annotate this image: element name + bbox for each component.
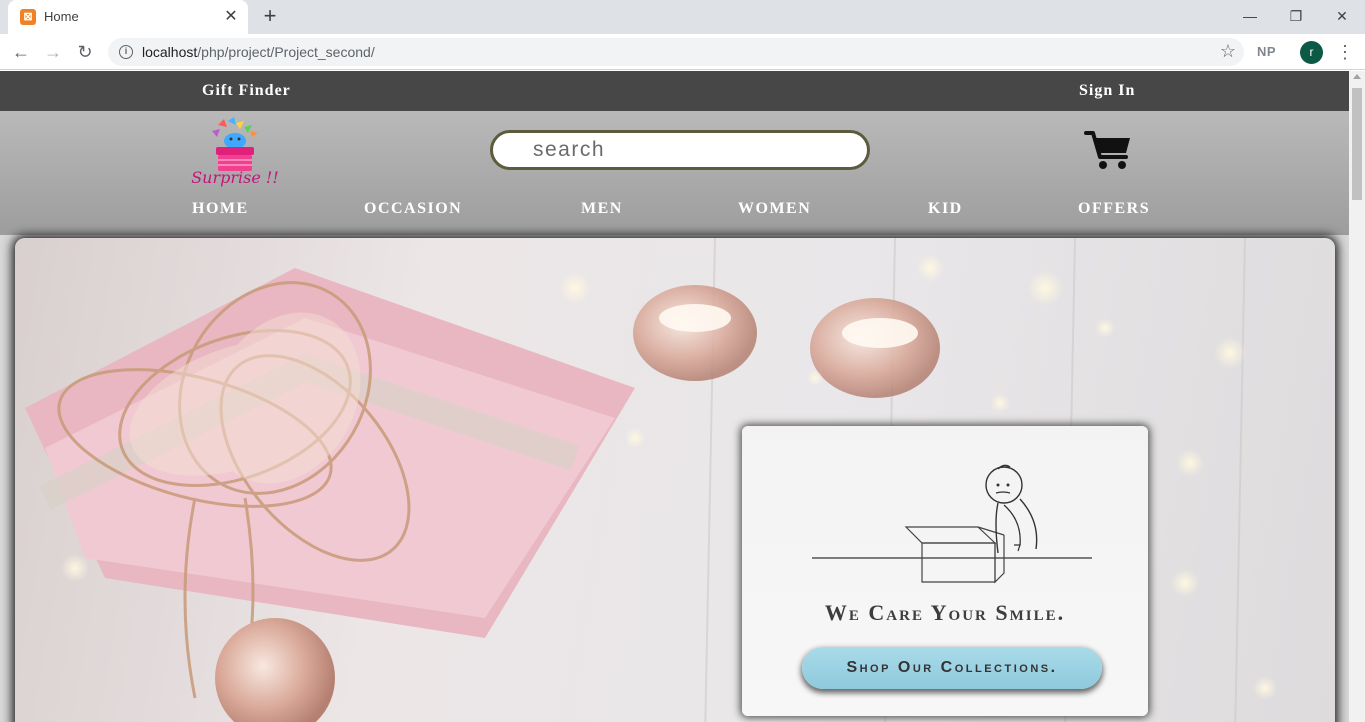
url-text: localhost/php/project/Project_second/ [142,44,375,60]
search-input[interactable] [533,133,863,167]
bookmark-star-icon[interactable]: ☆ [1220,41,1236,62]
restore-icon[interactable]: ❐ [1273,4,1319,28]
nav-occasion[interactable]: OCCASION [364,200,462,218]
logo-text: Surprise !! [191,168,279,187]
browser-tabstrip: ⊠ Home ✕ + — ❐ ✕ [0,0,1365,34]
minimize-icon[interactable]: — [1227,4,1273,28]
promo-card: We Care Your Smile. Shop Our Collections… [742,426,1148,716]
address-bar[interactable]: i localhost/php/project/Project_second/ … [108,38,1244,66]
shopping-cart-icon[interactable] [1084,129,1134,171]
extension-np-icon[interactable]: NP [1257,44,1276,59]
person-with-box-icon [812,464,1092,584]
page-viewport: Gift Finder Sign In Surprise !! search H… [0,71,1349,722]
scroll-thumb[interactable] [1352,88,1362,200]
nav-men[interactable]: MEN [581,200,623,218]
main-nav: HOME OCCASION MEN WOMEN KID OFFERS [0,197,1349,225]
site-logo[interactable]: Surprise !! [170,117,300,189]
browser-tab[interactable]: ⊠ Home ✕ [8,0,248,34]
gift-box-logo-icon: Surprise !! [191,117,279,187]
browser-toolbar: ← → ↻ i localhost/php/project/Project_se… [0,34,1365,70]
search-box[interactable] [490,130,870,170]
site-info-icon[interactable]: i [119,45,133,59]
xampp-favicon-icon: ⊠ [20,9,36,25]
tab-title: Home [44,9,79,24]
profile-avatar[interactable]: r [1300,41,1323,64]
tab-close-icon[interactable]: ✕ [222,8,240,26]
back-icon[interactable]: ← [9,40,33,64]
url-host: localhost [142,44,198,60]
browser-menu-icon[interactable]: ⋮ [1336,40,1354,64]
new-tab-icon[interactable]: + [258,4,282,28]
reload-icon[interactable]: ↻ [73,40,97,64]
url-path: /php/project/Project_second/ [197,44,375,60]
nav-women[interactable]: WOMEN [738,200,811,218]
nav-kid[interactable]: KID [928,200,963,218]
gift-finder-link[interactable]: Gift Finder [202,82,291,100]
cart-svg [1084,131,1130,169]
window-close-icon[interactable]: ✕ [1319,4,1365,28]
hero-tagline: We Care Your Smile. [824,600,1066,625]
nav-home[interactable]: HOME [192,200,249,218]
sign-in-link[interactable]: Sign In [1079,82,1135,100]
top-bar: Gift Finder Sign In [0,71,1349,111]
hero-banner: We Care Your Smile. Shop Our Collections… [15,238,1335,722]
page-scrollbar[interactable] [1349,71,1365,722]
shop-collections-button[interactable]: Shop Our Collections. [802,647,1102,689]
site-header: Surprise !! HOME OCCASION MEN WOMEN KID … [0,111,1349,235]
forward-icon[interactable]: → [41,40,65,64]
scroll-up-icon[interactable] [1353,74,1361,79]
nav-offers[interactable]: OFFERS [1078,200,1150,218]
